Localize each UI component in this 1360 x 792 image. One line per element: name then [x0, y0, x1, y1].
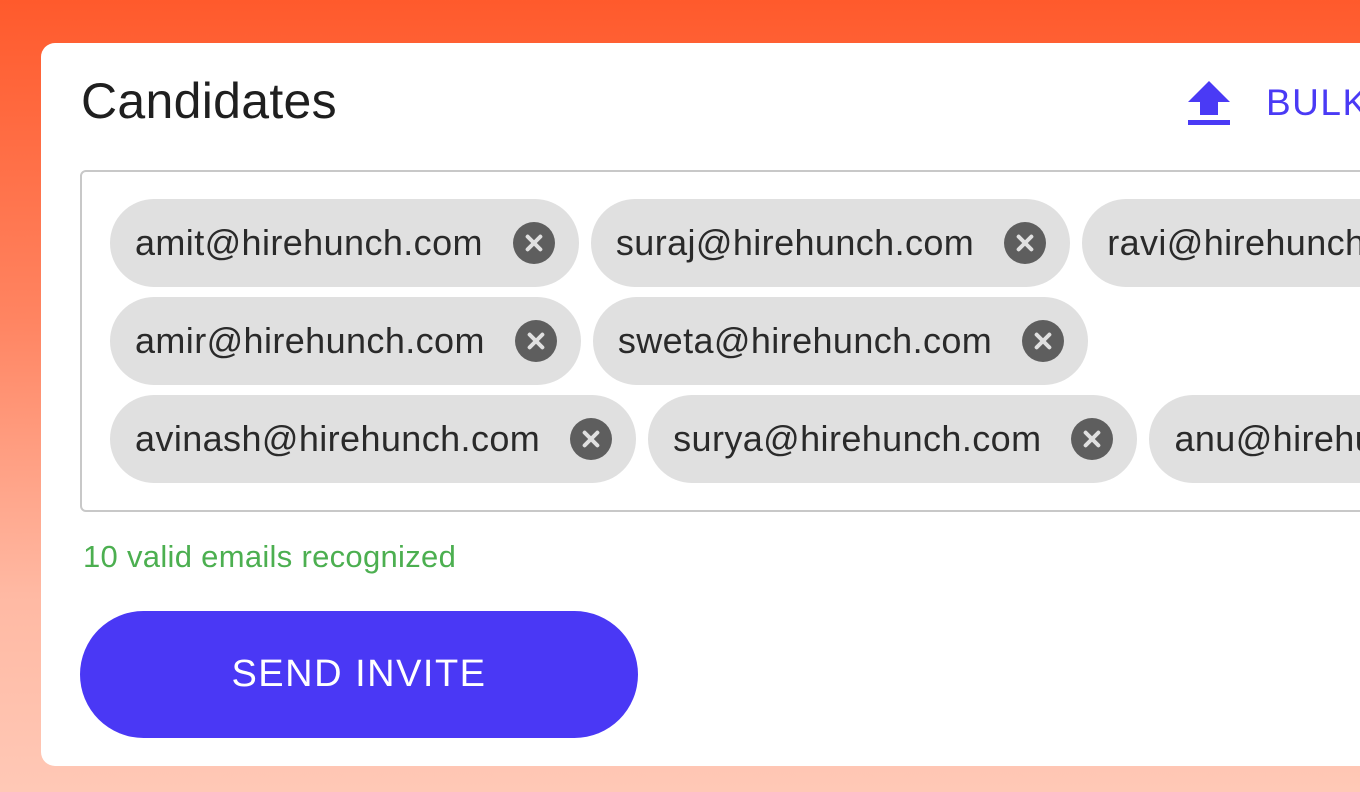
send-invite-button[interactable]: SEND INVITE	[80, 611, 638, 738]
email-chip-text: amit@hirehunch.com	[135, 222, 483, 263]
upload-icon	[1188, 81, 1230, 125]
close-circle-icon[interactable]	[1022, 320, 1065, 362]
chip-row: avinash@hirehunch.com surya@hirehunch.co…	[110, 395, 1360, 483]
email-chip-text: anu@hirehunch.com	[1174, 418, 1360, 459]
email-chip-text: ravi@hirehunch.com	[1107, 222, 1360, 263]
email-chip-text: surya@hirehunch.com	[673, 418, 1042, 459]
email-chip: amir@hirehunch.com	[110, 297, 581, 385]
close-circle-icon[interactable]	[570, 418, 613, 460]
email-chip: avinash@hirehunch.com	[110, 395, 637, 483]
email-chip-text: suraj@hirehunch.com	[615, 222, 975, 263]
validation-status: 10 valid emails recognized	[83, 539, 457, 574]
email-chip-text: amir@hirehunch.com	[135, 320, 485, 361]
close-circle-icon[interactable]	[512, 222, 555, 264]
email-chip: ravi@hirehunch.com	[1082, 199, 1360, 287]
chip-row: amir@hirehunch.com sweta@hirehunch.com	[110, 297, 1089, 385]
bulk-upload-label: BULK	[1266, 82, 1360, 123]
email-chip: anu@hirehunch.com	[1149, 395, 1360, 483]
close-circle-icon[interactable]	[1004, 222, 1047, 264]
bulk-upload-button[interactable]: BULK	[1188, 81, 1360, 125]
close-circle-icon[interactable]	[1071, 418, 1114, 460]
page-title: Candidates	[81, 73, 337, 129]
email-chip-text: sweta@hirehunch.com	[617, 320, 993, 361]
email-chip-input[interactable]: amit@hirehunch.com suraj@hirehunch.com r…	[80, 170, 1360, 512]
email-chip-text: avinash@hirehunch.com	[135, 418, 541, 459]
email-chip: amit@hirehunch.com	[110, 199, 579, 287]
chip-row: amit@hirehunch.com suraj@hirehunch.com r…	[110, 199, 1360, 287]
candidates-card: Candidates BULK amit@hirehunch.com suraj…	[41, 43, 1360, 766]
close-circle-icon[interactable]	[514, 320, 557, 362]
email-chip: sweta@hirehunch.com	[592, 297, 1089, 385]
email-chip: suraj@hirehunch.com	[590, 199, 1071, 287]
email-chip: surya@hirehunch.com	[648, 395, 1138, 483]
